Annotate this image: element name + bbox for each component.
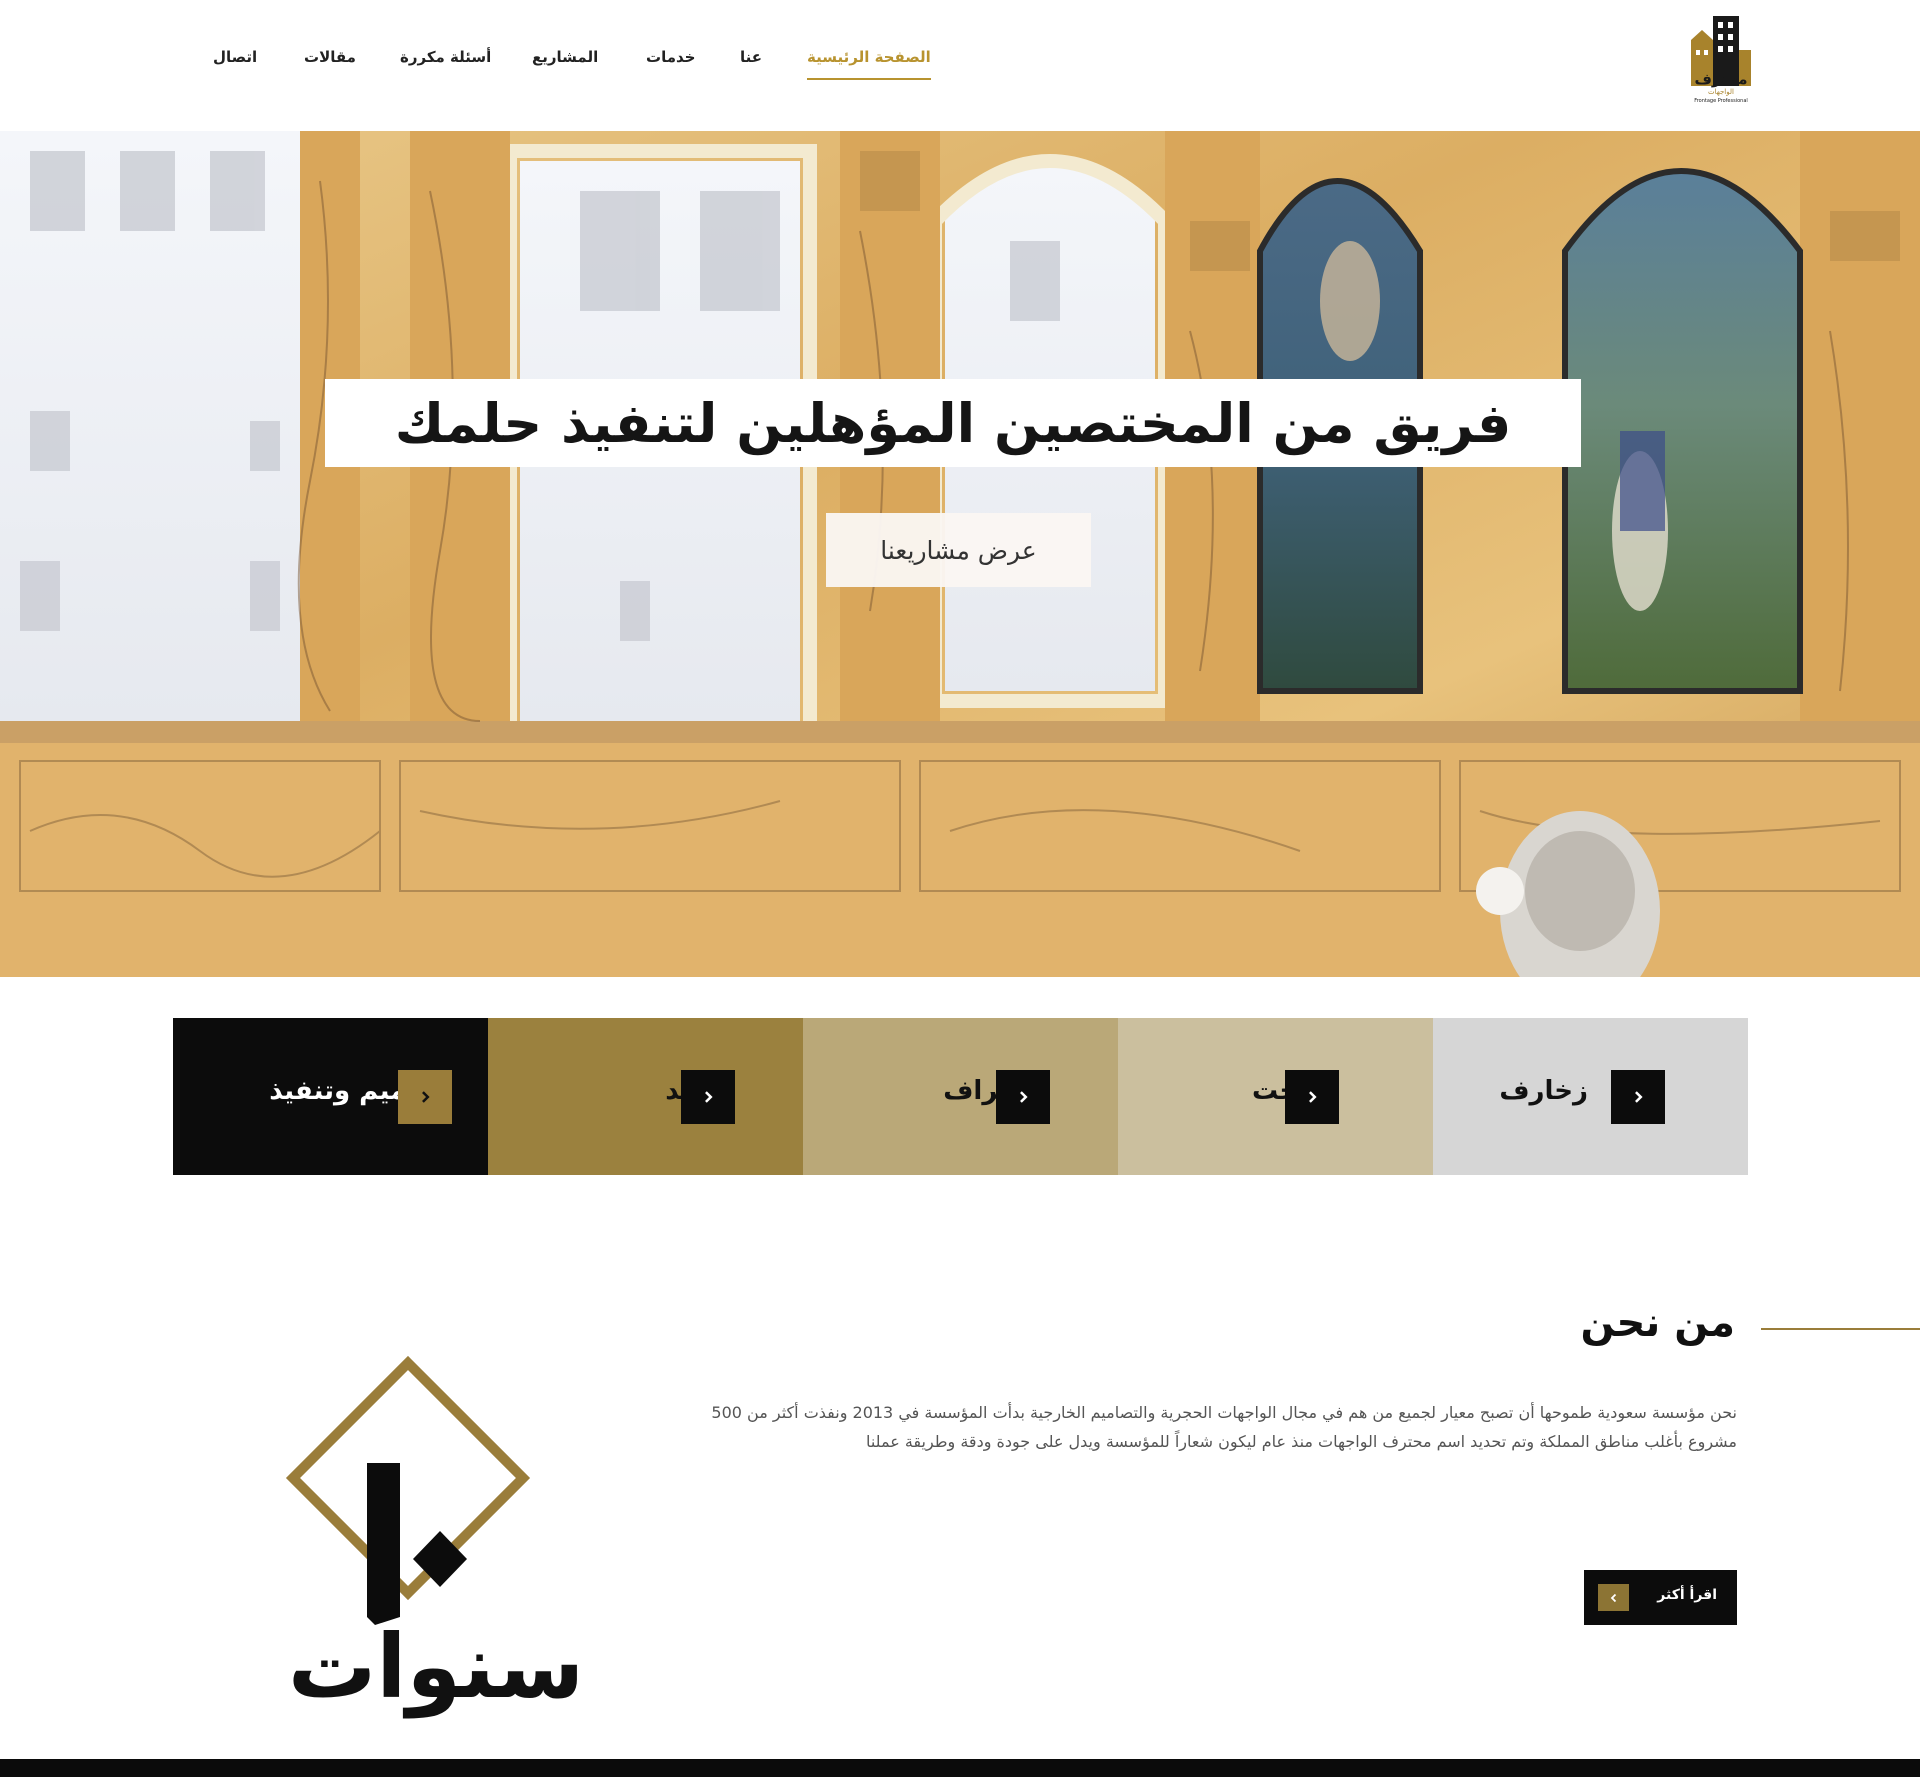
about-title: من نحن	[1580, 1300, 1735, 1346]
hero-title-box: فريق من المختصين المؤهلين لتنفيذ حلمك	[325, 379, 1581, 467]
service-tile-design-execute[interactable]: تصميم وتنفيذ	[173, 1018, 488, 1175]
nav-services[interactable]: خدمات	[646, 48, 695, 66]
hero-title: فريق من المختصين المؤهلين لتنفيذ حلمك	[394, 391, 1512, 455]
service-tile-supervision[interactable]: اشراف	[803, 1018, 1118, 1175]
nav-projects[interactable]: المشاريع	[532, 48, 598, 66]
about-title-line	[1761, 1328, 1920, 1330]
service-tile-supply[interactable]: توريد	[488, 1018, 803, 1175]
chevron-left-icon	[1598, 1584, 1629, 1611]
chevron-right-icon[interactable]	[1611, 1070, 1665, 1124]
chevron-right-icon[interactable]	[1285, 1070, 1339, 1124]
main-nav: الصفحة الرئيسية عنا خدمات المشاريع أسئلة…	[0, 48, 1920, 80]
nav-contact[interactable]: اتصال	[213, 48, 257, 66]
service-tile-sculpture[interactable]: نحت	[1118, 1018, 1433, 1175]
service-label: زخارف	[1499, 1076, 1588, 1106]
read-more-label: اقرأ أكثر	[1657, 1587, 1717, 1603]
ten-years-label: سنوات	[287, 1615, 585, 1718]
read-more-button[interactable]: اقرأ أكثر	[1584, 1570, 1737, 1625]
nav-faq[interactable]: أسئلة مكررة	[400, 48, 491, 66]
nav-about[interactable]: عنا	[740, 48, 762, 66]
nav-home[interactable]: الصفحة الرئيسية	[807, 48, 931, 80]
view-projects-button[interactable]: عرض مشاريعنا	[826, 513, 1091, 587]
svg-text:الواجهات: الواجهات	[1708, 88, 1734, 96]
svg-text:Frontage Professional: Frontage Professional	[1694, 98, 1748, 104]
footer-bar	[0, 1759, 1920, 1777]
hero-section: فريق من المختصين المؤهلين لتنفيذ حلمك عر…	[0, 131, 1920, 977]
chevron-right-icon[interactable]	[398, 1070, 452, 1124]
chevron-right-icon[interactable]	[996, 1070, 1050, 1124]
about-text: نحن مؤسسة سعودية طموحها أن تصبح معيار لج…	[711, 1403, 1737, 1451]
services-strip: زخارف نحتاشرافتوريدتصميم وتنفيذ	[173, 1018, 1748, 1175]
chevron-right-icon[interactable]	[681, 1070, 735, 1124]
nav-articles[interactable]: مقالات	[304, 48, 356, 66]
service-tile-ornaments[interactable]: زخارف	[1433, 1018, 1748, 1175]
site-header: محترف الواجهات Frontage Professional الص…	[0, 0, 1920, 131]
